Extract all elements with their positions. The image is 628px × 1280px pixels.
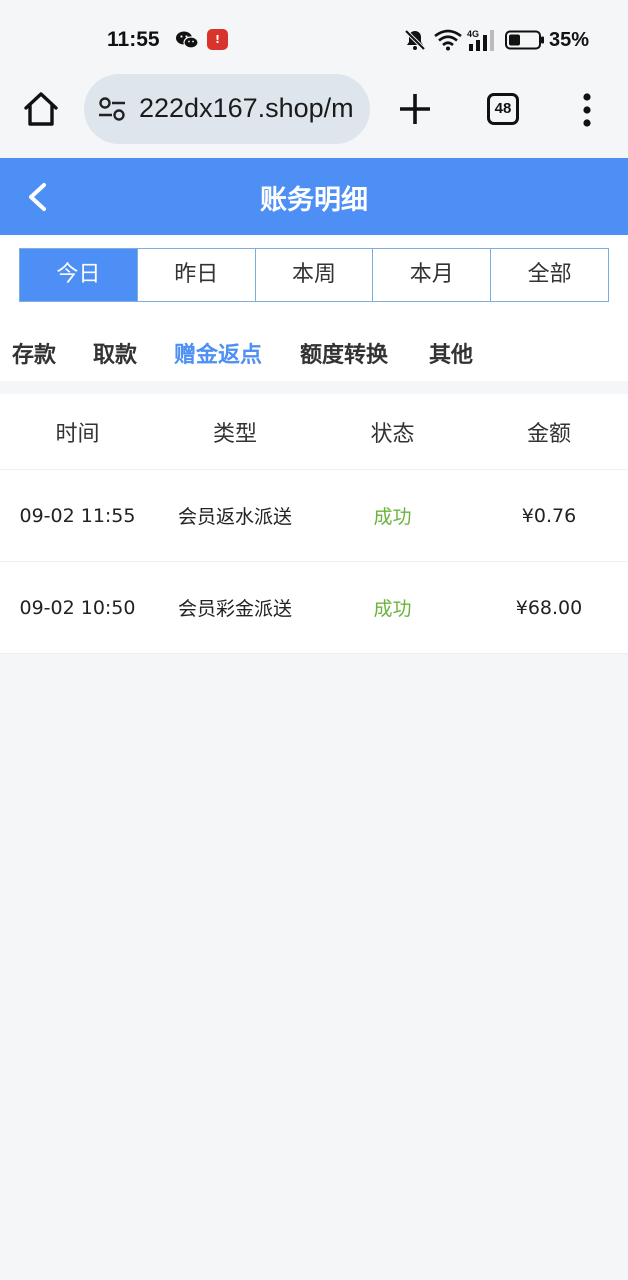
battery-percentage: 35% [549,29,590,51]
status-bar: 11:55 ! 4G 35% [0,0,628,80]
svg-text:4G: 4G [467,29,479,39]
row-type: 会员返水派送 [177,506,292,528]
app-header: 账务明细 [0,158,628,235]
table-row[interactable]: 09-02 11:55 会员返水派送 成功 ¥0.76 [0,470,628,562]
date-tab-all[interactable]: 全部 [491,249,608,301]
row-time: 09-02 10:50 [19,596,136,619]
row-status: 成功 [373,506,412,528]
column-header-amount: 金额 [526,421,571,447]
app-notification-icon: ! [207,29,228,50]
row-status: 成功 [373,598,412,620]
site-settings-icon[interactable] [98,96,126,122]
category-tab-deposit[interactable]: 存款 [12,337,56,369]
transactions-table: 时间 类型 状态 金额 09-02 11:55 会员返水派送 成功 ¥0.76 … [0,394,628,654]
column-header-type: 类型 [212,421,257,447]
new-tab-icon[interactable] [398,92,432,126]
date-tab-today[interactable]: 今日 [20,249,138,301]
wechat-icon [176,31,198,49]
column-header-status: 状态 [370,421,415,447]
browser-toolbar: 222dx167.shop/m 48 [0,72,628,158]
table-row[interactable]: 09-02 10:50 会员彩金派送 成功 ¥68.00 [0,562,628,654]
status-time: 11:55 [107,28,160,51]
category-tab-other[interactable]: 其他 [429,337,473,369]
row-amount: ¥0.76 [521,504,577,527]
row-time: 09-02 11:55 [19,504,136,527]
date-tab-this-week[interactable]: 本周 [255,249,374,301]
category-tab-withdraw[interactable]: 取款 [93,337,137,369]
more-menu-icon[interactable] [578,92,596,128]
tab-switcher-button[interactable]: 48 [487,93,519,125]
table-header-row: 时间 类型 状态 金额 [0,394,628,470]
home-icon[interactable] [22,90,60,128]
column-header-time: 时间 [55,421,100,447]
page-title: 账务明细 [260,185,368,216]
cellular-signal-icon: 4G [467,29,494,51]
filter-area: 今日 昨日 本周 本月 全部 存款 取款 赠金返点 额度转换 其他 [0,235,628,381]
date-tab-this-month[interactable]: 本月 [373,249,492,301]
date-tab-yesterday[interactable]: 昨日 [137,249,256,301]
category-tab-bonus-rebate[interactable]: 赠金返点 [174,337,262,369]
date-range-tabs: 今日 昨日 本周 本月 全部 [19,248,609,302]
category-tab-credit-transfer[interactable]: 额度转换 [300,337,388,369]
category-tabs: 存款 取款 赠金返点 额度转换 其他 [0,337,628,373]
url-text[interactable]: 222dx167.shop/m [139,93,369,124]
battery-icon [505,30,544,50]
bell-muted-icon [404,29,426,51]
row-type: 会员彩金派送 [177,598,292,620]
address-bar[interactable]: 222dx167.shop/m [84,74,370,144]
wifi-icon [434,29,462,51]
row-amount: ¥68.00 [515,596,583,619]
